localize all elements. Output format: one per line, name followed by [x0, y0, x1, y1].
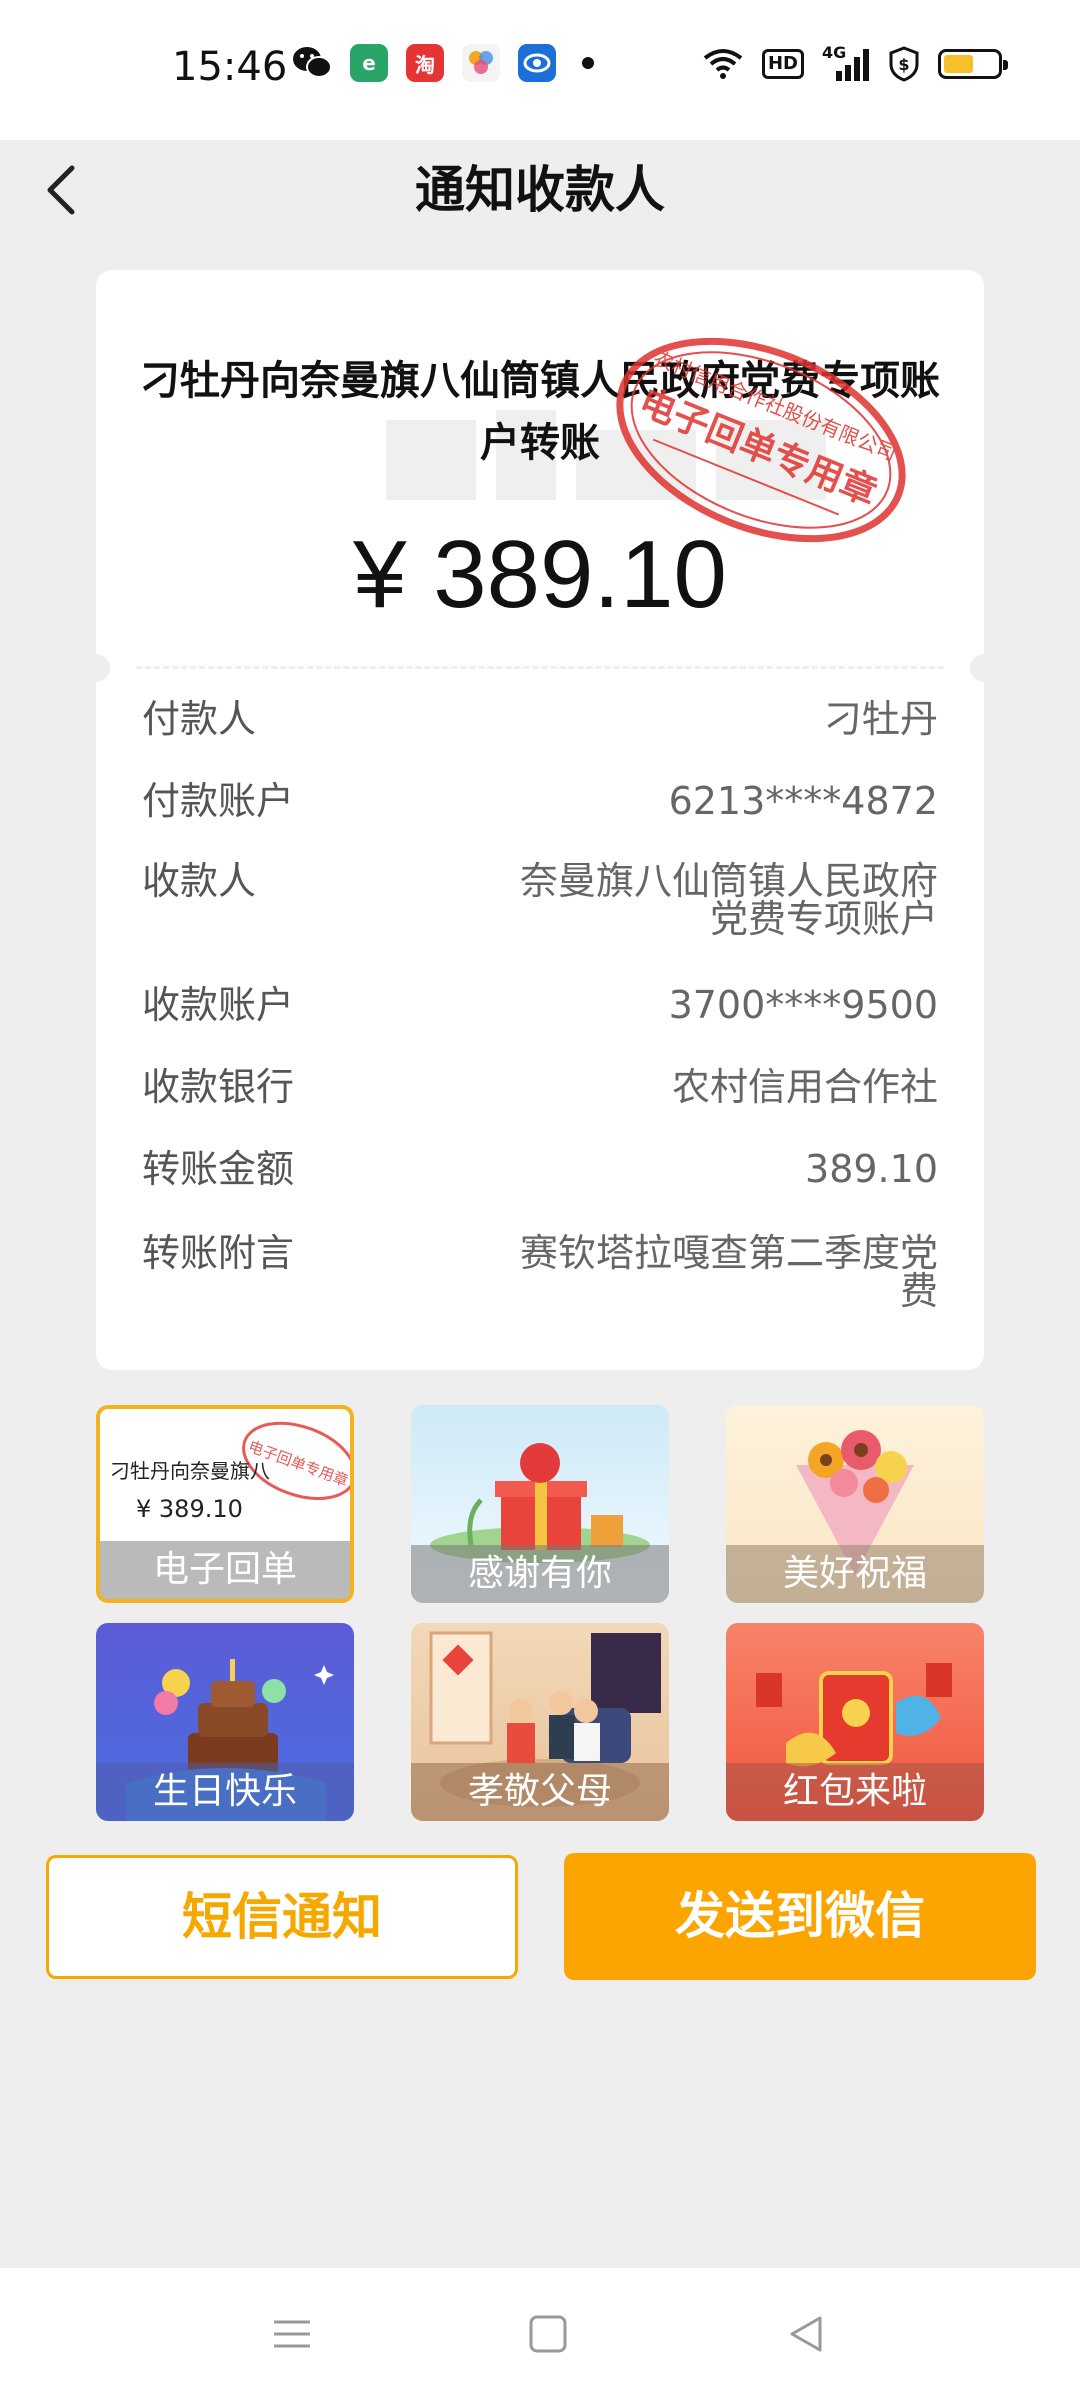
template-label: 美好祝福 [726, 1545, 984, 1603]
template-mini-amount: ¥ 389.10 [136, 1495, 243, 1523]
detail-value: 奈曼旗八仙筒镇人民政府党费专项账户 [519, 859, 938, 941]
detail-label: 付款人 [142, 697, 257, 741]
system-nav-bar [0, 2268, 1080, 2400]
wechat-icon [293, 47, 332, 78]
template-label: 孝敬父母 [411, 1763, 669, 1821]
template-e-receipt[interactable]: 电子回单专用章 刁牡丹向奈曼旗八 ¥ 389.10 电子回单 [96, 1405, 354, 1603]
receipt-card: 刁牡丹向奈曼旗八仙筒镇人民政府党费专项账户转账 ¥ 389.10 农村信用合作社… [96, 270, 984, 1370]
detail-value: 刁牡丹 [823, 697, 938, 741]
home-icon[interactable] [518, 2306, 578, 2362]
eye-app-icon [518, 44, 556, 82]
receipt-divider [136, 666, 944, 669]
template-birthday[interactable]: 生日快乐 [96, 1623, 354, 1821]
template-honor-parents[interactable]: 孝敬父母 [411, 1623, 669, 1821]
template-label: 电子回单 [100, 1541, 350, 1599]
battery-icon [938, 49, 1008, 79]
template-label: 生日快乐 [96, 1763, 354, 1821]
template-label: 红包来啦 [726, 1763, 984, 1821]
template-mini-title: 刁牡丹向奈曼旗八 [110, 1459, 270, 1483]
detail-label: 付款账户 [142, 779, 295, 823]
shopping-app-icon: 淘 [406, 44, 444, 82]
hd-badge: HD [761, 49, 804, 79]
send-to-wechat-button[interactable]: 发送到微信 [564, 1853, 1036, 1980]
menu-icon[interactable] [262, 2306, 322, 2362]
receipt-notch-left [96, 654, 110, 682]
electronic-receipt-stamp: 农村信用合作社股份有限公司 电子回单专用章 [616, 337, 906, 543]
system-status-icons: HD 4G $ [702, 43, 1008, 82]
status-time: 15:46 [172, 44, 288, 90]
detail-label: 转账金额 [142, 1147, 295, 1191]
shield-icon: $ [889, 46, 919, 82]
signal-icon: 4G [822, 43, 870, 81]
detail-value: 赛钦塔拉嘎查第二季度党费 [519, 1231, 938, 1313]
detail-value: 农村信用合作社 [671, 1065, 938, 1109]
notification-icons: e 淘 [292, 44, 594, 82]
status-bar: 15:46 e 淘 HD 4G $ [0, 0, 1080, 140]
detail-value: 389.10 [805, 1147, 938, 1191]
detail-value: 6213****4872 [668, 779, 938, 823]
template-good-wishes[interactable]: 美好祝福 [726, 1405, 984, 1603]
detail-label: 收款账户 [142, 983, 295, 1027]
more-notifications-dot [582, 57, 594, 69]
back-triangle-icon[interactable] [776, 2306, 836, 2362]
svg-text:$: $ [898, 55, 909, 74]
bank-app-icon: e [350, 44, 388, 82]
template-label: 感谢有你 [411, 1545, 669, 1603]
detail-label: 收款银行 [142, 1065, 295, 1109]
sms-notify-button[interactable]: 短信通知 [46, 1855, 518, 1979]
wifi-icon [703, 49, 743, 79]
receipt-header: 刁牡丹向奈曼旗八仙筒镇人民政府党费专项账户转账 ¥ 389.10 农村信用合作社… [96, 270, 984, 682]
detail-value: 3700****9500 [668, 983, 938, 1027]
detail-label: 转账附言 [142, 1231, 295, 1275]
template-red-envelope[interactable]: 红包来啦 [726, 1623, 984, 1821]
page-title: 通知收款人 [415, 161, 665, 219]
photos-app-icon [462, 44, 500, 82]
receipt-notch-right [970, 654, 984, 682]
detail-label: 收款人 [142, 859, 257, 903]
template-thanks[interactable]: 感谢有你 [411, 1405, 669, 1603]
